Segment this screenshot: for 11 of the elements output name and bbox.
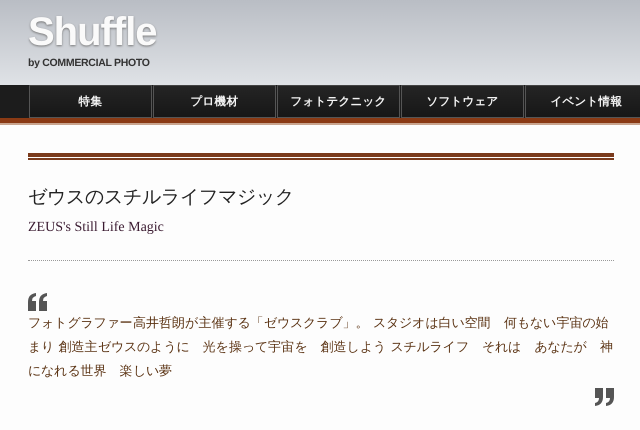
article-title: ゼウスのスチルライフマジック	[28, 185, 295, 210]
nav-tab[interactable]: ソフトウェア	[401, 85, 524, 118]
quote-text: フォトグラファー高井哲朗が主催する「ゼウスクラブ」。 スタジオは白い空間 何もない宇宙の始まり 創造主ゼウスのように 光を操って宇宙を 創造しよう スチルライフ それは あなたが 神になれる世界 楽しい夢	[28, 315, 614, 381]
open-quote-icon	[28, 293, 48, 311]
nav-tab[interactable]: イベント情報	[525, 85, 640, 118]
nav-tab[interactable]: フォトテクニック	[277, 85, 400, 118]
article-subtitle: ZEUS's Still Life Magic	[28, 220, 165, 236]
nav-tab[interactable]: プロ機材	[153, 85, 276, 118]
logo-tagline: by COMMERCIAL PHOTO	[28, 57, 150, 69]
nav-tab[interactable]: 特集	[29, 85, 152, 118]
close-quote-icon	[594, 388, 614, 406]
